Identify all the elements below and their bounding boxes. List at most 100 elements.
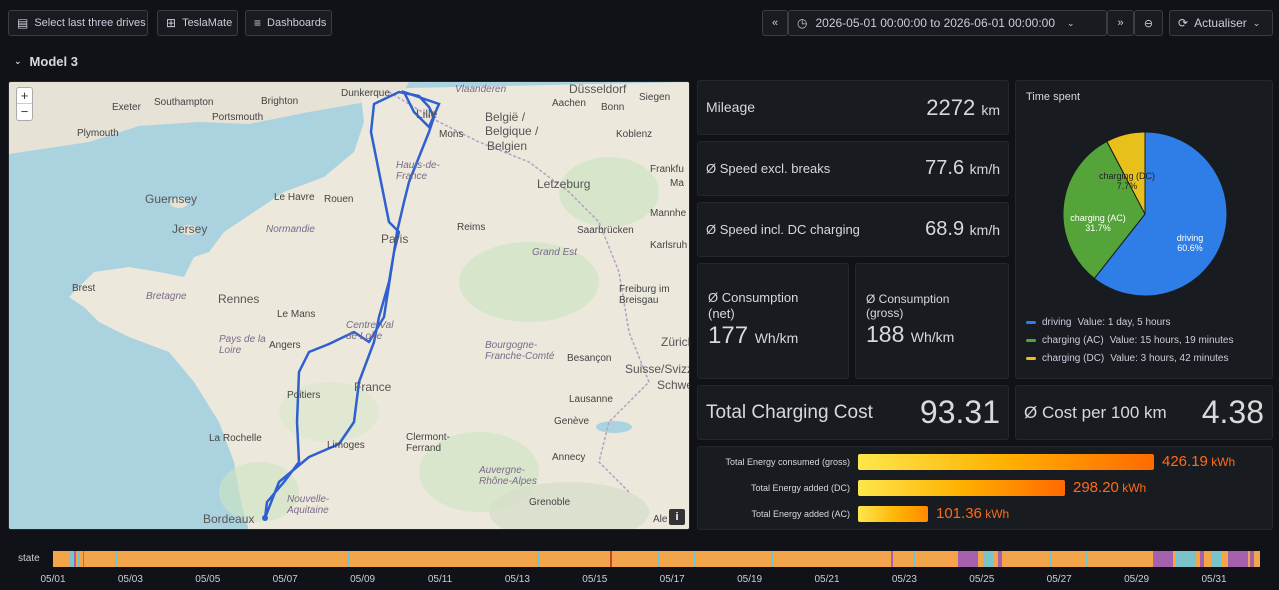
zoom-in-button[interactable]: + [17, 88, 32, 104]
legend-item-charging-ac[interactable]: charging (AC) Value: 15 hours, 19 minute… [1026, 335, 1233, 346]
state-segment [1228, 551, 1248, 567]
consumption-gross-label: Ø Consumption [866, 292, 950, 306]
speed-incl-value: 68.9 km/h [925, 218, 1000, 241]
state-segment [983, 551, 993, 567]
state-segment [1211, 551, 1221, 567]
mileage-number: 2272 [926, 95, 976, 120]
teslamate-button[interactable]: ⊞ TeslaMate [157, 10, 238, 36]
map-background [9, 82, 689, 529]
state-tick-label: 05/29 [1124, 574, 1150, 585]
state-segment [913, 551, 915, 567]
state-tick-label: 05/27 [1046, 574, 1072, 585]
chevron-down-icon: ⌄ [1252, 17, 1261, 28]
state-timeline[interactable] [53, 551, 1260, 567]
state-tick-label: 05/21 [814, 574, 840, 585]
time-range-text: 2026-05-01 00:00:00 to 2026-06-01 00:00:… [815, 16, 1056, 30]
map-label: Plymouth [77, 128, 119, 139]
energy-bar [858, 506, 928, 522]
state-tick-label: 05/07 [272, 574, 298, 585]
pie-label-driving-name: driving [1176, 233, 1204, 243]
mileage-panel: Mileage 2272 km [697, 80, 1009, 135]
cost-per-100-panel: Ø Cost per 100 km 4.38 [1015, 385, 1273, 440]
map-label: Ma [670, 178, 684, 189]
state-segment [1176, 551, 1196, 567]
refresh-button[interactable]: ⟳ Actualiser ⌄ [1169, 10, 1273, 36]
refresh-label: Actualiser [1194, 16, 1247, 30]
teslamate-label: TeslaMate [182, 17, 233, 29]
map-label: Schwei [657, 378, 689, 392]
state-tick-label: 05/25 [969, 574, 995, 585]
map-label: Lille [416, 107, 438, 121]
select-drives-label: Select last three drives [34, 17, 146, 29]
map-label: Le Mans [277, 309, 316, 320]
state-segment [74, 551, 76, 567]
legend-value: Value: 15 hours, 19 minutes [1109, 335, 1234, 346]
state-segment [1050, 551, 1052, 567]
state-segment [1250, 551, 1254, 567]
speed-incl-label: Ø Speed incl. DC charging [706, 222, 860, 237]
total-charging-cost-panel: Total Charging Cost 93.31 [697, 385, 1009, 440]
dashboards-label: Dashboards [267, 17, 327, 29]
legend-name: charging (DC) [1042, 353, 1105, 364]
grid-icon: ⊞ [166, 16, 177, 30]
state-tick-label: 05/31 [1201, 574, 1227, 585]
map-label: Aachen [552, 98, 586, 109]
map-label: Paris [381, 232, 409, 246]
mileage-label: Mileage [706, 99, 756, 115]
map-info-button[interactable]: i [669, 509, 685, 525]
map-panel[interactable]: Exeter Southampton Brighton Plymouth Por… [8, 81, 690, 530]
dashboards-button[interactable]: ≡ Dashboards [245, 10, 332, 36]
time-range-picker[interactable]: ◷ 2026-05-01 00:00:00 to 2026-06-01 00:0… [788, 10, 1107, 36]
legend-value: Value: 1 day, 5 hours [1077, 317, 1171, 328]
total-cost-value: 93.31 [919, 394, 1000, 430]
pie-label-dc: charging (DC) 7.7% [1092, 171, 1162, 191]
consumption-gross-panel: Ø Consumption (gross) 188 Wh/km [855, 263, 1009, 379]
map-label: Saarbrücken [577, 225, 634, 236]
map-label: Southampton [154, 97, 214, 108]
consumption-gross-number: 188 [866, 321, 905, 347]
state-segment [115, 551, 118, 567]
row-header-model-3[interactable]: ⌄ Model 3 [14, 54, 78, 69]
state-segment [891, 551, 893, 567]
energy-bar-number: 298.20 [1073, 479, 1119, 496]
map-label: Centre-Val de Loire [346, 320, 394, 342]
map-label: Vlaanderen [455, 84, 507, 95]
map-label: Portsmouth [212, 112, 264, 123]
map-label: Bourgogne-Franche-Comté [485, 340, 555, 362]
speed-excl-value: 77.6 km/h [925, 157, 1000, 180]
map-label: Koblenz [616, 129, 653, 140]
time-back-button[interactable]: « [762, 10, 788, 36]
state-segment [537, 551, 540, 567]
time-forward-button[interactable]: » [1107, 10, 1134, 36]
legend-item-driving[interactable]: driving Value: 1 day, 5 hours [1026, 317, 1171, 328]
time-spent-title: Time spent [1026, 91, 1081, 103]
energy-bar-unit: kWh [1118, 481, 1147, 495]
state-segment [78, 551, 80, 567]
map-label: Reims [457, 222, 486, 233]
state-segment [1200, 551, 1204, 567]
map-label: Letzeburg [537, 177, 591, 191]
cost-per-100-label: Ø Cost per 100 km [1024, 403, 1167, 422]
state-segment [1086, 551, 1088, 567]
legend-item-charging-dc[interactable]: charging (DC) Value: 3 hours, 42 minutes [1026, 353, 1228, 364]
energy-bar-value: 298.20 kWh [1073, 479, 1146, 496]
state-segment [347, 551, 350, 567]
state-segment [998, 551, 1002, 567]
map-label: Bordeaux [203, 512, 255, 526]
select-last-three-drives-button[interactable]: ▤ Select last three drives [8, 10, 148, 36]
state-tick-label: 05/13 [504, 574, 530, 585]
state-segment [771, 551, 773, 567]
map-label: Besançon [567, 353, 612, 364]
map-label: Hauts-de-France [396, 160, 440, 182]
map-label: Exeter [112, 102, 141, 113]
zoom-out-button[interactable]: − [17, 104, 32, 120]
total-cost-label: Total Charging Cost [706, 402, 873, 423]
map-label: Angers [269, 340, 301, 351]
speed-incl-unit: km/h [969, 222, 1000, 238]
zoom-out-time-button[interactable]: ⊖ [1134, 10, 1163, 36]
cost-per-100-value: 4.38 [1201, 394, 1264, 430]
map-label: Belgien [487, 139, 528, 153]
zoom-controls: + − [16, 87, 33, 121]
consumption-gross-unit: Wh/km [910, 329, 955, 345]
consumption-net-label: Ø Consumption [708, 290, 799, 305]
